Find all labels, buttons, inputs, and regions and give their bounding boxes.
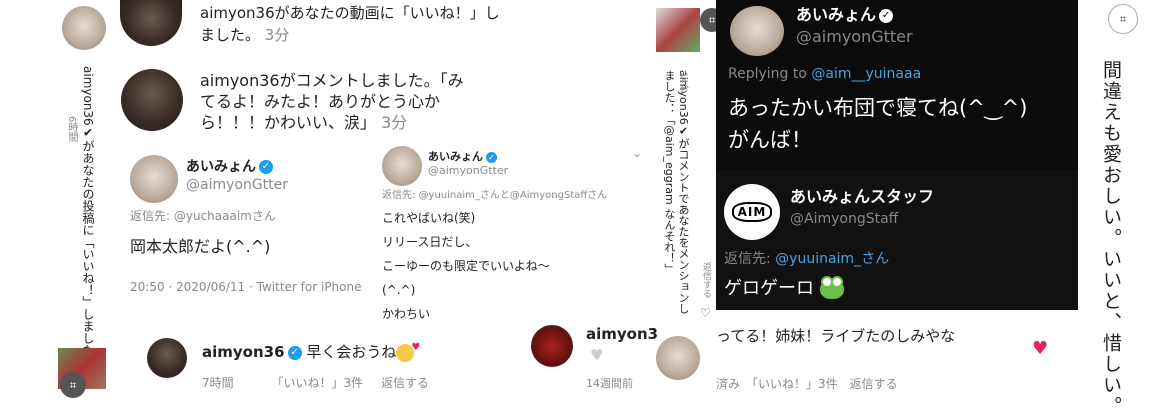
verified-icon: ✓ (486, 151, 497, 163)
user-handle[interactable]: @aimyonGtter (428, 164, 508, 178)
verified-icon: ✓ (259, 160, 273, 174)
user-name[interactable]: aimyon36 (202, 343, 285, 361)
frog-emoji-icon (819, 276, 844, 299)
staff-tweet: AIM あいみょんスタッフ @AimyongStaff 返信先: @yuuina… (716, 170, 1078, 310)
heart-icon[interactable]: ♥ (1032, 338, 1048, 359)
avatar (531, 325, 573, 367)
notification-text: aimyon36✔があなたの投稿に「いいね！」しました。 (81, 66, 95, 368)
reply-button[interactable]: 返信する (700, 262, 713, 298)
heart-outline-icon[interactable]: ♡ (700, 306, 711, 320)
caption-text: 間違えも愛おしい。いいと、惜しい。 (1100, 60, 1122, 417)
tweet-line: これやばいね(笑) (382, 211, 476, 225)
scan-icon[interactable]: ⌗ (1108, 4, 1138, 34)
avatar (120, 0, 182, 46)
user-handle[interactable]: @AimyongStaff (790, 208, 934, 230)
user-name: あいみょん (186, 159, 256, 175)
tweet-line: かわちい (382, 307, 431, 321)
heart-outline-icon[interactable]: ♥ (590, 346, 603, 364)
mention-link[interactable]: @aim__yuinaaa (811, 66, 921, 82)
tweet-body: ゲロゲーロ (724, 274, 844, 300)
kiss-emoji-icon (396, 342, 420, 362)
tweet-body: 岡本太郎だよ(^.^) (130, 237, 271, 256)
mention-link[interactable]: @yuuinaim_さん (775, 251, 889, 267)
avatar (382, 146, 422, 186)
notification-line: ら！！！かわいい、涙」 (200, 113, 377, 132)
verified-icon: ✓ (879, 8, 894, 23)
tweet-line: (^.^) (382, 283, 416, 297)
user-name: あいみょんスタッフ (790, 187, 935, 206)
user-name: あいみょん (428, 150, 483, 163)
tweet-meta: 20:50 · 2020/06/11 · Twitter for iPhone (130, 280, 362, 294)
comment-meta: 7時間 「いいね！」3件 返信する (202, 374, 429, 391)
avatar (130, 155, 178, 203)
avatar (121, 69, 183, 131)
reply-to[interactable]: 返信先: @yuchaaaimさん (130, 207, 276, 224)
comment: aimyon36 ✓ 早く会おうね (202, 341, 420, 362)
notification-line: てるよ！みたよ！ありがとう心か (200, 92, 441, 111)
avatar (656, 336, 700, 380)
reply-to[interactable]: 返信先: @yuuinaim_さんと@AimyongStaffさん (382, 186, 607, 201)
tweet-line: こーゆーのも限定でいいよね〜 (382, 259, 550, 273)
avatar (147, 338, 187, 378)
avatar (730, 6, 784, 56)
notification-line: aimyon36がコメントしました。「み (200, 71, 464, 90)
verified-icon: ✓ (287, 345, 302, 360)
timestamp: 14分 (678, 72, 688, 93)
tweet-header: あいみょん ✓ @aimyonGtter (428, 150, 508, 178)
aim-logo: AIM (724, 184, 780, 240)
timestamp: 6時間 (66, 116, 77, 143)
user-handle[interactable]: @aimyonGtter (796, 26, 913, 48)
timestamp: 3分 (381, 113, 408, 132)
tweet-header: あいみょん ✓ @aimyonGtter (186, 158, 288, 194)
user-name: あいみょん (796, 5, 877, 24)
avatar (62, 6, 106, 50)
user-handle[interactable]: @aimyonGtter (186, 176, 288, 194)
tweet-body: これやばいね(笑) リリース日だし、 こーゆーのも限定でいいよね〜 (^.^) … (382, 206, 550, 326)
notification-text: aimyon36があなたの動画に「いいね！」しました。 (200, 4, 500, 44)
reply-to: 返信先: @yuuinaim_さん (724, 251, 890, 267)
dark-tweet: あいみょん ✓ @aimyonGtter Replying to @aim__yu… (716, 0, 1078, 170)
replying-to: Replying to @aim__yuinaaa (728, 66, 922, 82)
thumbnail-image (656, 8, 700, 52)
tweet-body: あったかい布団で寝てね(^‿^) がんば！ (728, 96, 1028, 152)
notification-comment[interactable]: aimyon36がコメントしました。「み てるよ！みたよ！ありがとう心か ら！！… (200, 70, 500, 133)
mention-notification: aimyon36✔がコメントであなたをメンションしました：「@aim_eggra… (663, 70, 690, 314)
timestamp: 3分 (264, 26, 290, 44)
timestamp: 7時間 (202, 376, 234, 390)
comment-text: ってる！姉妹！ライブたのしみやな (716, 327, 956, 345)
chevron-down-icon[interactable]: ⌄ (632, 146, 642, 160)
tweet-line: リリース日だし、 (382, 235, 478, 249)
reply-button[interactable]: 返信する (381, 376, 429, 390)
notification-like-video[interactable]: aimyon36があなたの動画に「いいね！」しました。 3分 (200, 2, 500, 46)
comment-text: 早く会おうね (306, 343, 397, 361)
user-name[interactable]: aimyon3 (586, 325, 658, 343)
comment-meta: 済み 「いいね！」3件 返信する (716, 377, 898, 391)
scan-icon[interactable]: ⌗ (60, 372, 86, 398)
likes-count[interactable]: 「いいね！」3件 (271, 376, 363, 390)
